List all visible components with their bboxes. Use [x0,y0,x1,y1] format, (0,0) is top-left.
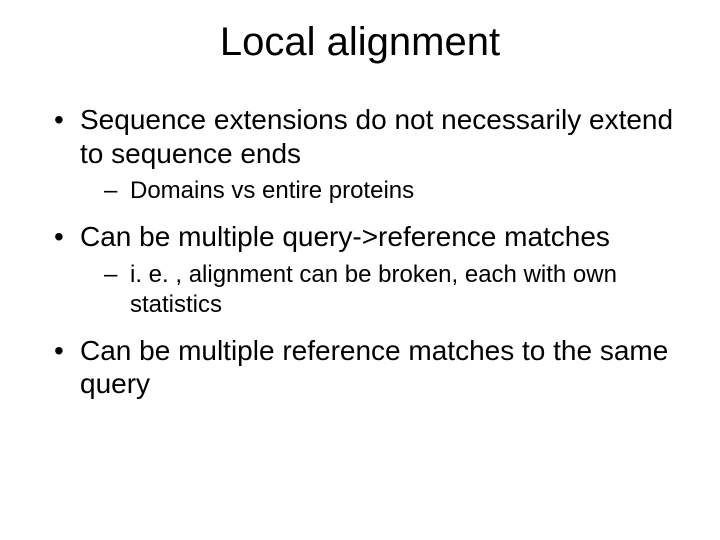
slide: Local alignment Sequence extensions do n… [0,20,720,540]
list-item: i. e. , alignment can be broken, each wi… [80,260,680,320]
sub-bullet-text: i. e. , alignment can be broken, each wi… [130,261,617,318]
bullet-text: Sequence extensions do not necessarily e… [80,104,673,169]
bullet-text: Can be multiple query->reference matches [80,221,610,252]
list-item: Can be multiple reference matches to the… [54,334,680,401]
slide-title: Local alignment [0,20,720,65]
slide-content: Sequence extensions do not necessarily e… [0,103,720,401]
list-item: Sequence extensions do not necessarily e… [54,103,680,206]
sub-bullet-text: Domains vs entire proteins [130,177,414,204]
bullet-list: Sequence extensions do not necessarily e… [54,103,680,401]
list-item: Domains vs entire proteins [80,176,680,206]
list-item: Can be multiple query->reference matches… [54,220,680,320]
sub-list: i. e. , alignment can be broken, each wi… [80,260,680,320]
bullet-text: Can be multiple reference matches to the… [80,335,668,400]
sub-list: Domains vs entire proteins [80,176,680,206]
